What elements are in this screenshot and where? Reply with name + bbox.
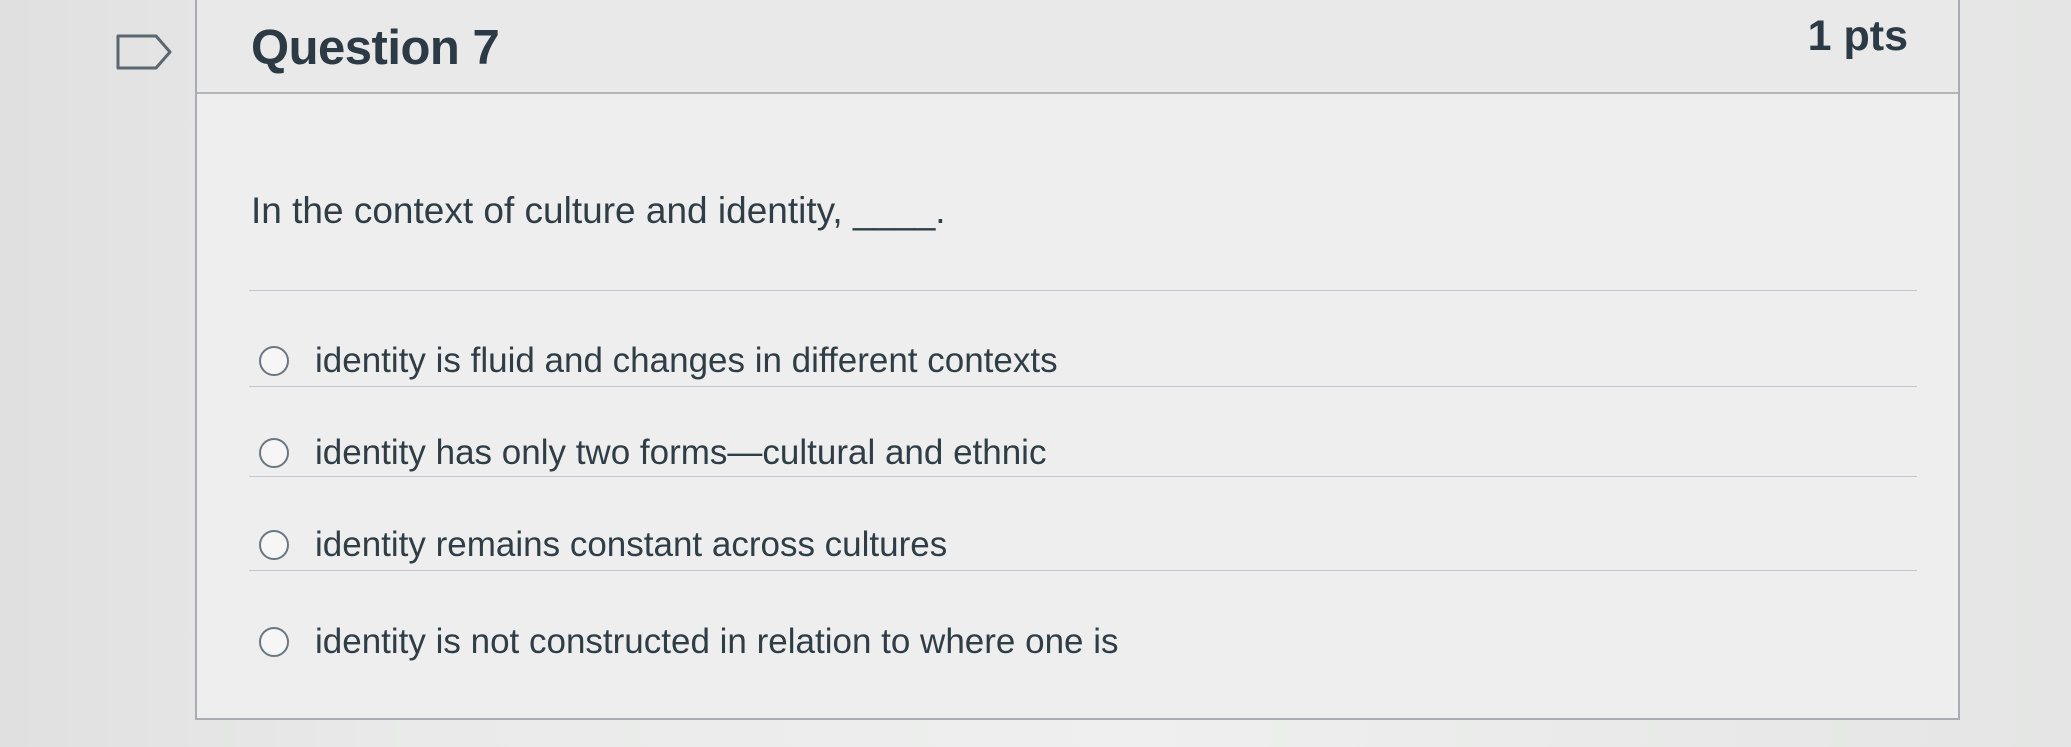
radio-button[interactable] — [259, 346, 289, 376]
radio-button[interactable] — [259, 438, 289, 468]
answer-label[interactable]: identity has only two forms—cultural and… — [315, 433, 1046, 473]
radio-button[interactable] — [259, 530, 289, 560]
divider — [249, 290, 1917, 291]
answer-option-4[interactable]: identity is not constructed in relation … — [259, 617, 1119, 667]
divider — [249, 476, 1917, 477]
radio-button[interactable] — [259, 627, 289, 657]
question-text: In the context of culture and identity, … — [251, 190, 946, 231]
question-card: Question 7 1 pts In the context of cultu… — [195, 0, 1960, 720]
answer-option-2[interactable]: identity has only two forms—cultural and… — [259, 428, 1046, 478]
divider — [249, 386, 1917, 387]
question-points: 1 pts — [1807, 12, 1908, 60]
answer-label[interactable]: identity remains constant across culture… — [315, 525, 947, 565]
question-title: Question 7 — [251, 21, 500, 75]
flag-question-icon[interactable] — [116, 34, 172, 70]
divider — [249, 570, 1917, 571]
answer-label[interactable]: identity is fluid and changes in differe… — [315, 341, 1058, 381]
answer-option-1[interactable]: identity is fluid and changes in differe… — [259, 336, 1058, 386]
answer-label[interactable]: identity is not constructed in relation … — [315, 622, 1119, 662]
question-header: Question 7 1 pts — [197, 0, 1958, 94]
answer-option-3[interactable]: identity remains constant across culture… — [259, 520, 947, 570]
